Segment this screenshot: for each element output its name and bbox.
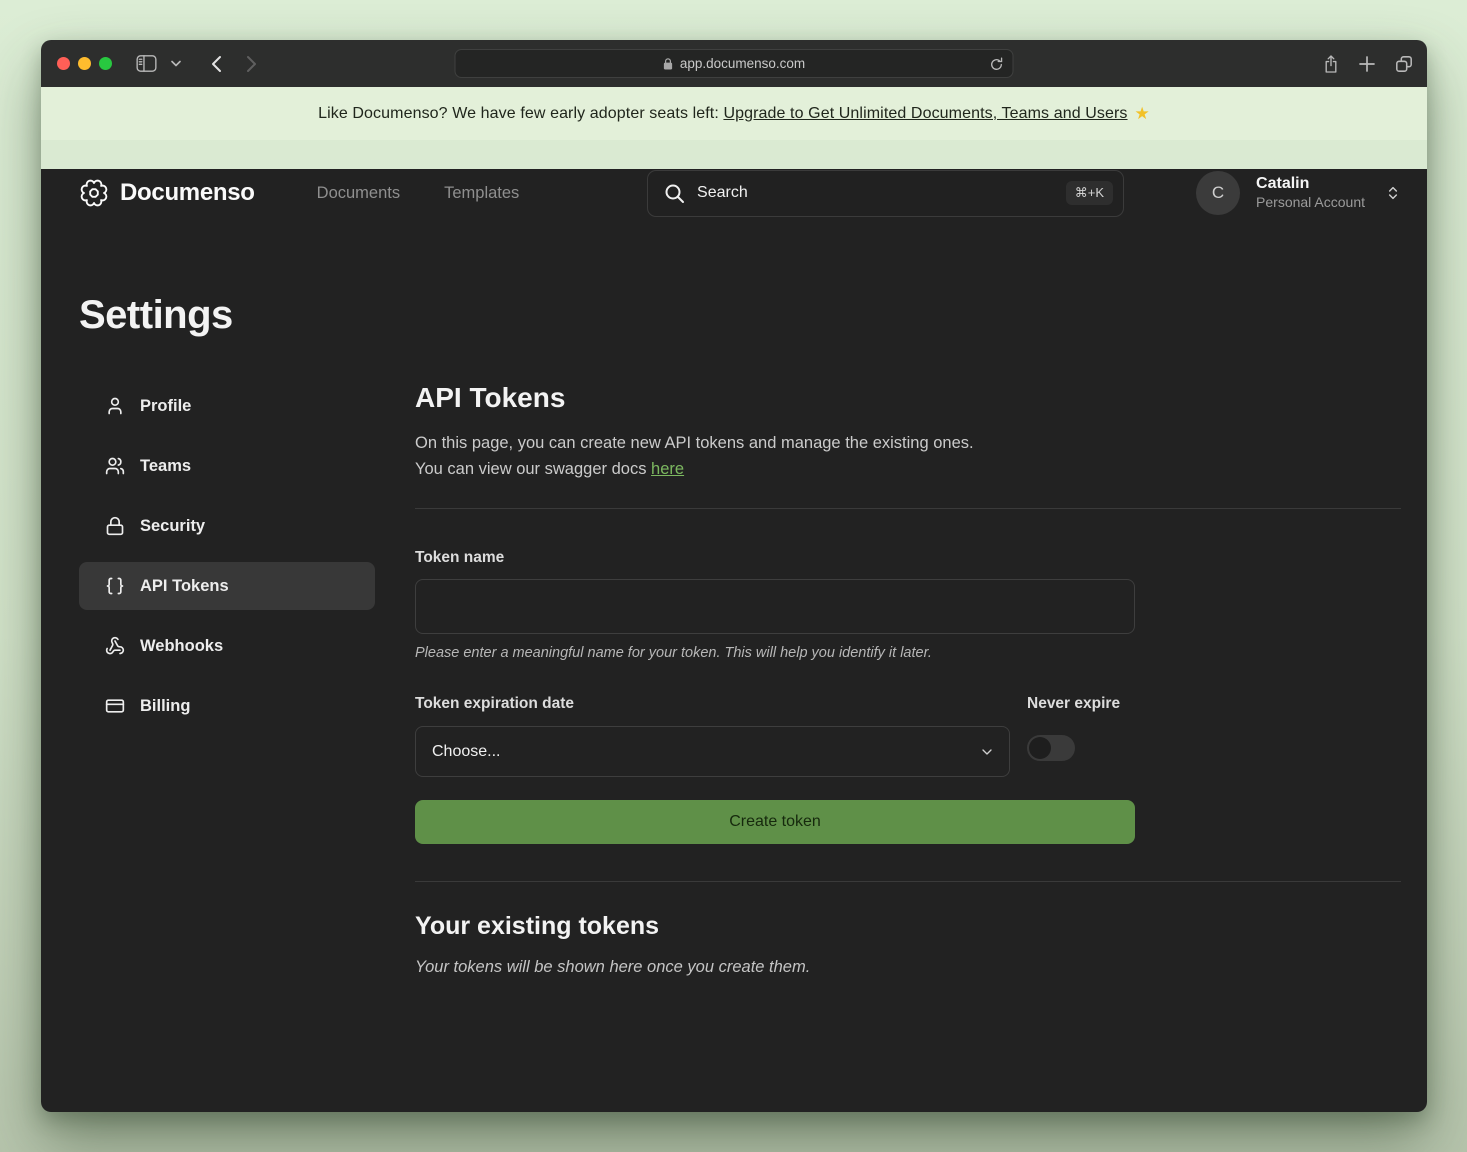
divider [415, 508, 1401, 509]
create-token-form: Token name Please enter a meaningful nam… [415, 549, 1135, 844]
upgrade-link[interactable]: Upgrade to Get Unlimited Documents, Team… [723, 105, 1127, 123]
toggle-knob [1029, 737, 1051, 759]
star-icon: ★ [1135, 104, 1150, 124]
expiration-select[interactable]: Choose... [415, 726, 1010, 777]
url-text: app.documenso.com [680, 56, 805, 71]
zoom-window-button[interactable] [99, 57, 112, 70]
never-expire-toggle[interactable] [1027, 735, 1075, 761]
user-name: Catalin [1256, 174, 1365, 194]
minimize-window-button[interactable] [78, 57, 91, 70]
sidebar-item-teams[interactable]: Teams [79, 442, 375, 490]
banner-text: Like Documenso? We have few early adopte… [318, 105, 719, 123]
existing-tokens-title: Your existing tokens [415, 912, 1401, 941]
braces-icon [105, 576, 125, 596]
token-name-hint: Please enter a meaningful name for your … [415, 645, 1135, 661]
sidebar-item-billing[interactable]: Billing [79, 682, 375, 730]
section-description-line2: You can view our swagger docs [415, 460, 646, 478]
credit-card-icon [105, 696, 125, 716]
search-shortcut-badge: ⌘+K [1066, 181, 1113, 205]
create-token-button[interactable]: Create token [415, 800, 1135, 844]
brand[interactable]: Documenso [79, 178, 255, 208]
app-content: Documenso Documents Templates Search ⌘+K… [41, 169, 1427, 1112]
expiration-selected-value: Choose... [432, 743, 500, 761]
main-nav: Documents Templates [317, 184, 520, 203]
close-window-button[interactable] [57, 57, 70, 70]
search-label: Search [697, 184, 748, 202]
user-account-type: Personal Account [1256, 194, 1365, 212]
promo-banner: Like Documenso? We have few early adopte… [41, 87, 1427, 140]
new-tab-icon[interactable] [1359, 56, 1375, 72]
user-icon [105, 396, 125, 416]
browser-window: app.documenso.com Like Documenso? We hav… [41, 40, 1427, 1112]
app-header: Documenso Documents Templates Search ⌘+K… [79, 169, 1401, 217]
sidebar-item-label: Profile [140, 397, 191, 416]
chevron-down-icon[interactable] [171, 60, 181, 67]
token-name-input[interactable] [415, 579, 1135, 634]
sidebar-item-label: API Tokens [140, 577, 229, 596]
tab-overview-icon[interactable] [1395, 55, 1413, 73]
expiration-label: Token expiration date [415, 695, 1010, 713]
webhook-icon [105, 636, 125, 656]
address-bar[interactable]: app.documenso.com [455, 49, 1014, 78]
lock-icon [663, 57, 674, 71]
search-input[interactable]: Search ⌘+K [647, 170, 1124, 217]
browser-toolbar: app.documenso.com [41, 40, 1427, 87]
documenso-logo-icon [79, 178, 109, 208]
sidebar-item-label: Billing [140, 697, 190, 716]
section-description-line1: On this page, you can create new API tok… [415, 434, 974, 452]
back-icon[interactable] [211, 55, 222, 73]
account-switcher[interactable]: C Catalin Personal Account [1196, 171, 1401, 215]
sidebar-item-label: Webhooks [140, 637, 223, 656]
share-icon[interactable] [1323, 54, 1339, 74]
token-name-label: Token name [415, 549, 1135, 567]
nav-templates[interactable]: Templates [444, 184, 519, 203]
users-icon [105, 456, 125, 476]
api-tokens-panel: API Tokens On this page, you can create … [415, 382, 1401, 977]
section-title: API Tokens [415, 382, 1401, 414]
divider [415, 881, 1401, 882]
sidebar-item-profile[interactable]: Profile [79, 382, 375, 430]
search-icon [664, 183, 685, 204]
chevron-down-icon [979, 744, 995, 760]
sidebar-item-webhooks[interactable]: Webhooks [79, 622, 375, 670]
sidebar-item-label: Security [140, 517, 205, 536]
existing-tokens-empty-text: Your tokens will be shown here once you … [415, 958, 1401, 977]
brand-name: Documenso [120, 179, 255, 207]
chevrons-up-down-icon [1385, 183, 1401, 203]
sidebar-item-label: Teams [140, 457, 191, 476]
traffic-lights [57, 57, 112, 70]
sidebar-item-api-tokens[interactable]: API Tokens [79, 562, 375, 610]
reload-icon[interactable] [990, 57, 1004, 72]
page-title: Settings [79, 293, 1401, 338]
swagger-docs-link[interactable]: here [651, 460, 684, 478]
sidebar-toggle-icon[interactable] [136, 55, 157, 72]
nav-documents[interactable]: Documents [317, 184, 400, 203]
avatar: C [1196, 171, 1240, 215]
settings-sidebar: Profile Teams Security [79, 382, 375, 977]
lock-icon [105, 516, 125, 536]
sidebar-item-security[interactable]: Security [79, 502, 375, 550]
forward-icon[interactable] [246, 55, 257, 73]
never-expire-label: Never expire [1027, 695, 1135, 713]
